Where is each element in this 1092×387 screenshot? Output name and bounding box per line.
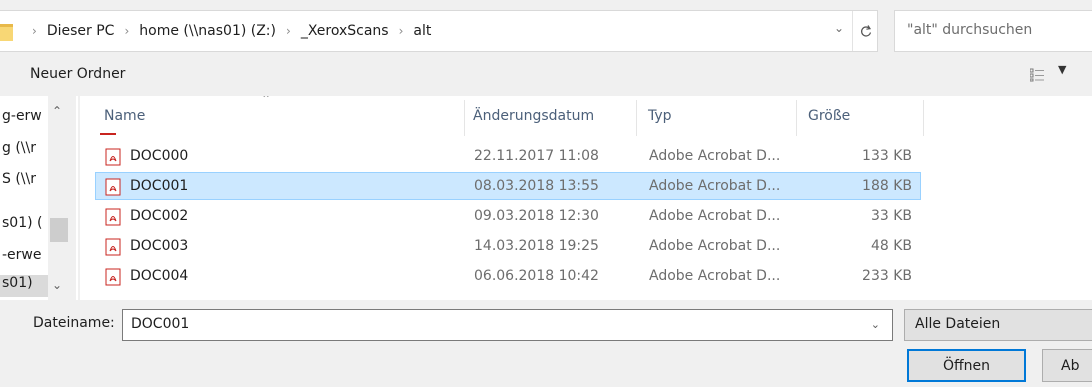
nav-item[interactable]: S (\\r (2, 171, 36, 193)
column-divider[interactable] (796, 100, 797, 136)
nav-item-selected[interactable]: s01) (0, 275, 48, 297)
toolbar: Neuer Ordner ▼ (0, 60, 1092, 90)
file-size: 233 KB (862, 268, 912, 284)
file-name: DOC004 (130, 268, 189, 284)
table-row[interactable]: DOC002 09.03.2018 12:30 Adobe Acrobat D.… (95, 202, 921, 230)
column-divider[interactable] (923, 100, 924, 136)
table-row[interactable]: DOC004 06.06.2018 10:42 Adobe Acrobat D.… (95, 262, 921, 290)
pdf-file-icon (105, 208, 121, 226)
file-date: 09.03.2018 12:30 (474, 208, 599, 224)
nav-item[interactable]: s01) ( (2, 215, 42, 237)
address-bar[interactable]: › Dieser PC › home (\\nas01) (Z:) › _Xer… (0, 10, 878, 52)
refresh-button[interactable] (852, 11, 878, 51)
breadcrumb-separator[interactable]: › (124, 24, 129, 38)
breadcrumb-separator[interactable]: › (286, 24, 291, 38)
filename-label: Dateiname: (33, 315, 115, 331)
column-header-type[interactable]: Typ (648, 108, 672, 124)
file-type: Adobe Acrobat D... (649, 148, 781, 164)
file-type: Adobe Acrobat D... (649, 268, 781, 284)
nav-item[interactable]: g-erw (2, 108, 42, 130)
open-button[interactable]: Öffnen (907, 349, 1026, 382)
file-type-filter-select[interactable]: Alle Dateien (904, 309, 1092, 341)
breadcrumb-separator: › (32, 24, 37, 38)
file-name: DOC001 (130, 178, 189, 194)
breadcrumb: › Dieser PC › home (\\nas01) (Z:) › _Xer… (22, 11, 431, 51)
column-header-name[interactable]: Name (104, 108, 145, 124)
column-header-size[interactable]: Größe (808, 108, 850, 124)
pdf-file-icon (105, 238, 121, 256)
table-row[interactable]: DOC003 14.03.2018 19:25 Adobe Acrobat D.… (95, 232, 921, 260)
table-row-selected[interactable]: DOC001 08.03.2018 13:55 Adobe Acrobat D.… (95, 172, 921, 200)
breadcrumb-item-alt[interactable]: alt (413, 23, 431, 39)
pdf-file-icon (105, 178, 121, 196)
navigation-pane[interactable]: g-erw g (\\r S (\\r s01) ( -erwe s01) ⌃ … (0, 96, 78, 300)
address-history-dropdown-icon[interactable]: ⌄ (834, 21, 844, 35)
pdf-file-icon (105, 268, 121, 286)
nav-item[interactable]: -erwe (2, 247, 41, 269)
sort-ascending-icon: ⌃ (261, 96, 272, 106)
nav-item[interactable]: g (\\r (2, 140, 36, 162)
scroll-up-icon[interactable]: ⌃ (52, 104, 62, 118)
file-name: DOC000 (130, 148, 189, 164)
breadcrumb-separator[interactable]: › (399, 24, 404, 38)
filename-value: DOC001 (131, 316, 190, 332)
address-row: › Dieser PC › home (\\nas01) (Z:) › _Xer… (0, 10, 1092, 52)
file-date: 08.03.2018 13:55 (474, 178, 599, 194)
new-folder-button[interactable]: Neuer Ordner (30, 66, 125, 82)
breadcrumb-item-xeroxscans[interactable]: _XeroxScans (301, 23, 389, 39)
file-type: Adobe Acrobat D... (649, 178, 781, 194)
file-date: 06.06.2018 10:42 (474, 268, 599, 284)
refresh-icon (860, 25, 871, 37)
search-input[interactable]: "alt" durchsuchen (894, 10, 1092, 52)
view-dropdown-icon[interactable]: ▼ (1058, 63, 1066, 76)
column-divider[interactable] (464, 100, 465, 136)
file-date: 22.11.2017 11:08 (474, 148, 599, 164)
column-divider[interactable] (636, 100, 637, 136)
previous-row-partial (100, 133, 116, 135)
file-name: DOC003 (130, 238, 189, 254)
file-type: Adobe Acrobat D... (649, 238, 781, 254)
nav-scrollbar[interactable]: ⌃ ⌄ (48, 96, 76, 300)
file-date: 14.03.2018 19:25 (474, 238, 599, 254)
file-name: DOC002 (130, 208, 189, 224)
file-list[interactable]: ⌃ Name Änderungsdatum Typ Größe DOC000 2… (80, 96, 1092, 300)
breadcrumb-item-home-drive[interactable]: home (\\nas01) (Z:) (139, 23, 276, 39)
view-options-icon[interactable] (1030, 68, 1044, 82)
file-size: 133 KB (862, 148, 912, 164)
file-size: 48 KB (870, 238, 912, 254)
breadcrumb-item-this-pc[interactable]: Dieser PC (47, 23, 115, 39)
pdf-file-icon (105, 148, 121, 166)
file-size: 188 KB (862, 178, 912, 194)
cancel-button[interactable]: Ab (1042, 349, 1092, 382)
file-size: 33 KB (870, 208, 912, 224)
column-header-date[interactable]: Änderungsdatum (473, 108, 594, 124)
folder-icon (0, 24, 13, 41)
scroll-down-icon[interactable]: ⌄ (52, 278, 62, 292)
filename-dropdown-icon[interactable]: ⌄ (871, 318, 880, 331)
scrollbar-thumb[interactable] (50, 218, 68, 242)
filename-input[interactable]: DOC001 ⌄ (122, 309, 893, 341)
table-row[interactable]: DOC000 22.11.2017 11:08 Adobe Acrobat D.… (95, 142, 921, 170)
file-type: Adobe Acrobat D... (649, 208, 781, 224)
